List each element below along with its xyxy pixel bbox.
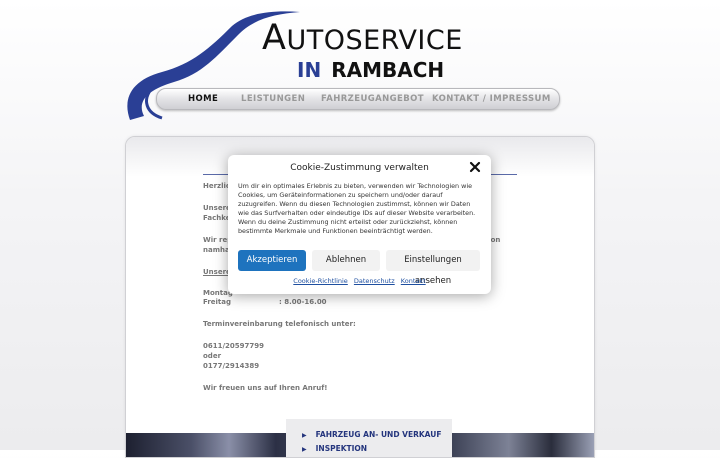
service-menu: ▶ FAHRZEUG AN- UND VERKAUF ▶ INSPEKTION [286,419,452,457]
privacy-link[interactable]: Datenschutz [354,277,395,285]
logo-location: RAMBACH [331,58,445,82]
nav-kontakt-impressum[interactable]: KONTAKT / IMPRESSUM [432,94,551,104]
nav-home[interactable]: HOME [188,94,218,104]
hours-friday-value: : 8.00-16.00 [279,298,327,306]
service-item-fahrzeug-label: FAHRZEUG AN- UND VERKAUF [315,430,442,439]
view-preferences-button[interactable]: Einstellungen ansehen [386,250,480,286]
car-image-right [452,433,594,457]
cookie-dialog-links: Cookie-Richtlinie Datenschutz Kontakt [228,277,491,285]
intro-text-1: Unsere [203,204,231,212]
cookie-dialog-text: Um dir ein optimales Erlebnis zu bieten,… [238,182,476,236]
logo-in: IN [297,58,322,82]
closing-text: Wir freuen uns auf Ihren Anruf! [203,384,328,392]
deny-button[interactable]: Ablehnen [312,250,380,271]
site-logo[interactable]: AUTOSERVICE IN RAMBACH [0,0,720,130]
cookie-dialog-title: Cookie-Zustimmung verwalten [290,163,429,173]
contact-link[interactable]: Kontakt [401,277,426,285]
accept-button[interactable]: Akzeptieren [238,250,306,271]
service-item-fahrzeug[interactable]: ▶ FAHRZEUG AN- UND VERKAUF [302,430,441,439]
main-nav: HOME LEISTUNGEN FAHRZEUGANGEBOT KONTAKT … [156,88,560,110]
close-icon[interactable] [469,161,481,173]
phone-oder: oder [203,352,222,360]
hours-friday-label: Freitag [203,298,232,306]
phone-number-2[interactable]: 0177/2914389 [203,362,259,370]
nav-leistungen[interactable]: LEISTUNGEN [241,94,305,104]
appointment-text: Terminvereinbarung telefonisch unter: [203,320,356,328]
cookie-policy-link[interactable]: Cookie-Richtlinie [293,277,348,285]
logo-initial: A [262,18,287,58]
nav-fahrzeugangebot[interactable]: FAHRZEUGANGEBOT [321,94,424,104]
logo-subtitle: IN RAMBACH [297,58,444,82]
arrow-right-icon: ▶ [302,432,307,439]
logo-title-rest: UTOSERVICE [286,25,463,56]
cookie-consent-dialog: Cookie-Zustimmung verwalten Um dir ein o… [228,155,491,294]
hours-heading: Unsere [203,268,231,276]
service-item-inspektion-label: INSPEKTION [315,444,368,453]
logo-title: AUTOSERVICE [262,18,463,58]
phone-number-1[interactable]: 0611/20597799 [203,342,264,350]
service-item-inspektion[interactable]: ▶ INSPEKTION [302,444,367,453]
